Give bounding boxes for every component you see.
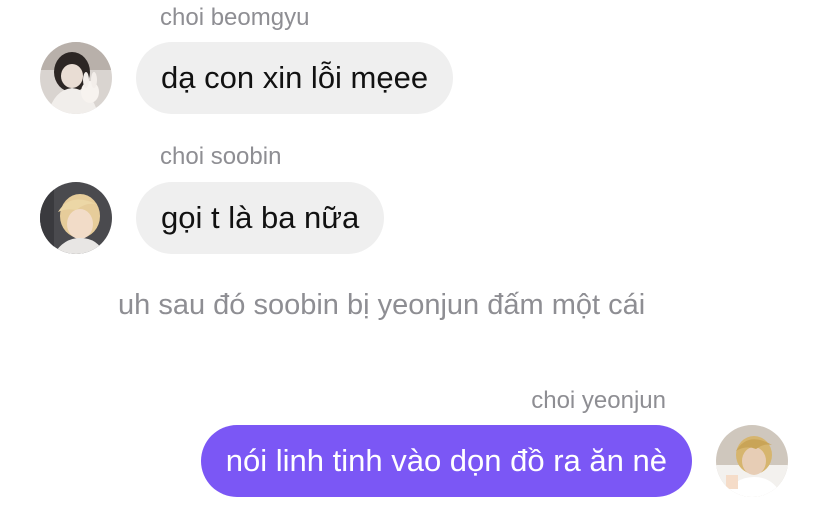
message-bubble[interactable]: gọi t là ba nữa [136,182,385,254]
message-bubble[interactable]: dạ con xin lỗi mẹee [136,42,454,114]
user-avatar-beomgyu-icon [40,42,112,114]
message-bubble[interactable]: nói linh tinh vào dọn đồ ra ăn nè [200,425,692,497]
user-avatar-yeonjun-icon [716,425,788,497]
chat-thread: choi beomgyu dạ con xin lỗi mẹee choi so… [0,0,828,512]
system-message: uh sau đó soobin bị yeonjun đấm một cái [118,289,646,321]
sender-name: choi yeonjun [531,387,666,414]
sender-name: choi soobin [160,143,282,170]
avatar[interactable] [40,42,112,114]
sender-name: choi beomgyu [160,4,310,31]
avatar[interactable] [716,425,788,497]
avatar[interactable] [40,182,112,254]
user-avatar-soobin-icon [40,182,112,254]
